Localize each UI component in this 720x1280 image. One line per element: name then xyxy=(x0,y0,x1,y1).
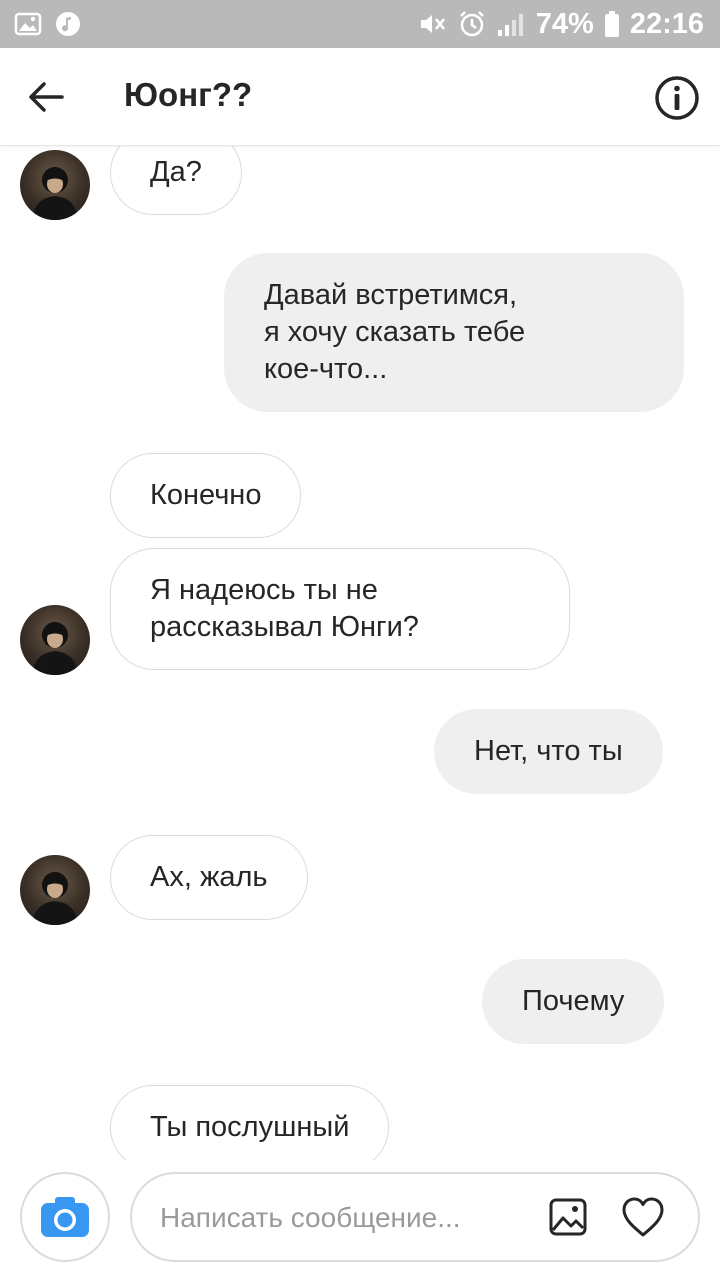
avatar[interactable] xyxy=(20,855,90,925)
mute-icon xyxy=(418,10,448,38)
status-bar: 74% 22:16 xyxy=(0,0,720,48)
battery-percent: 74% xyxy=(535,7,594,40)
message-input-container xyxy=(130,1172,700,1262)
status-system: 74% 22:16 xyxy=(418,0,704,48)
like-button[interactable] xyxy=(620,1195,666,1239)
camera-icon xyxy=(29,1181,101,1253)
heart-icon xyxy=(622,1197,664,1237)
avatar[interactable] xyxy=(20,605,90,675)
info-button[interactable] xyxy=(654,75,700,121)
message-bubble-incoming[interactable]: Я надеюсь ты не рассказывал Юнги? xyxy=(110,548,570,670)
image-icon xyxy=(14,10,42,43)
message-input[interactable] xyxy=(160,1196,520,1240)
message-bubble-outgoing[interactable]: Нет, что ты xyxy=(434,709,663,794)
alarm-icon xyxy=(458,10,486,38)
message-bubble-incoming[interactable]: Конечно xyxy=(110,453,302,538)
chat-title[interactable]: Юонг?? xyxy=(124,76,252,114)
message-bubble-outgoing[interactable]: Почему xyxy=(482,959,665,1044)
message-bubble-incoming[interactable]: Да? xyxy=(110,146,242,215)
music-icon xyxy=(54,10,82,43)
gallery-button[interactable] xyxy=(548,1197,588,1237)
info-icon xyxy=(655,76,699,120)
back-button[interactable] xyxy=(24,75,68,119)
message-bubble-outgoing[interactable]: Давай встретимся, я хочу сказать тебе ко… xyxy=(224,253,684,412)
status-notifications xyxy=(14,10,82,43)
signal-icon xyxy=(496,10,526,38)
battery-icon xyxy=(604,10,620,38)
back-arrow-icon xyxy=(29,82,64,112)
chat-header: Юонг?? xyxy=(0,48,720,146)
avatar[interactable] xyxy=(20,150,90,220)
message-bubble-incoming[interactable]: Ты послушный xyxy=(110,1085,390,1160)
message-thread[interactable]: Да? Давай встретимся, я хочу сказать теб… xyxy=(0,146,720,1160)
message-bubble-incoming[interactable]: Ах, жаль xyxy=(110,835,308,920)
camera-button[interactable] xyxy=(20,1172,110,1262)
message-composer xyxy=(0,1160,720,1280)
gallery-icon xyxy=(549,1198,587,1236)
clock: 22:16 xyxy=(629,7,704,40)
